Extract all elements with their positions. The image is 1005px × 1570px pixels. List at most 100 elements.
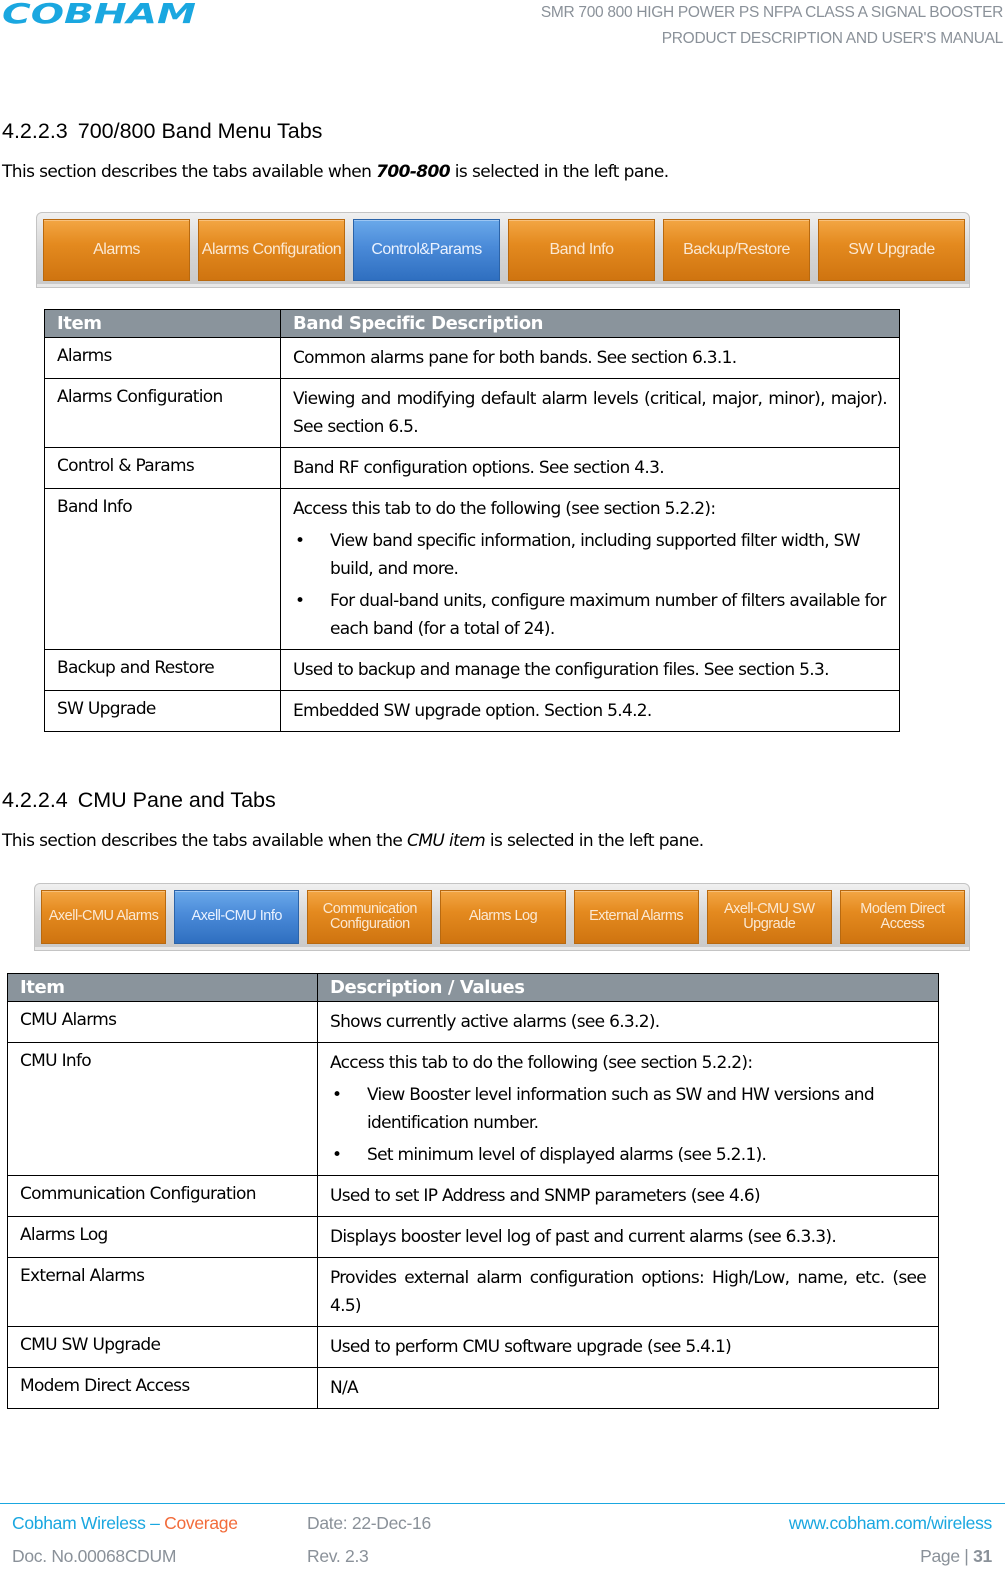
footer-divider xyxy=(0,1503,1005,1504)
intro-emphasis: CMU item xyxy=(407,831,486,851)
description-text: Embedded SW upgrade option. Section 5.4.… xyxy=(293,701,652,721)
section-title: 700/800 Band Menu Tabs xyxy=(77,119,323,143)
tab-axell-cmu-alarms[interactable]: Axell-CMU Alarms xyxy=(41,890,167,944)
column-header-description: Band Specific Description xyxy=(280,309,900,338)
logo-text: COBHAM xyxy=(2,0,196,26)
page-number: 31 xyxy=(973,1546,992,1566)
bullet-item: View band specific information, includin… xyxy=(293,527,887,583)
bullet-list: View Booster level information such as S… xyxy=(330,1081,926,1169)
column-header-description: Description / Values xyxy=(317,973,939,1002)
section-heading-band-tabs: 4.2.2.3 700/800 Band Menu Tabs xyxy=(2,119,322,144)
description-text: Common alarms pane for both bands. See s… xyxy=(293,348,737,368)
intro-text: This section describes the tabs availabl… xyxy=(2,162,377,182)
column-header-item: Item xyxy=(44,309,281,338)
row-description: Provides external alarm configuration op… xyxy=(317,1257,939,1327)
cmu-menu-tabbar: Axell-CMU Alarms Axell-CMU Info Communicat… xyxy=(34,883,970,951)
section-title: CMU Pane and Tabs xyxy=(77,788,276,812)
table-row: External Alarms Provides external alarm c… xyxy=(7,1257,939,1327)
row-item: Modem Direct Access xyxy=(7,1367,318,1409)
row-description: Used to backup and manage the configurat… xyxy=(280,649,900,691)
section-heading-cmu-tabs: 4.2.2.4 CMU Pane and Tabs xyxy=(2,788,276,813)
row-description: Access this tab to do the following (see… xyxy=(317,1042,939,1176)
bullet-list: View band specific information, includin… xyxy=(293,527,887,643)
tab-external-alarms[interactable]: External Alarms xyxy=(573,890,699,944)
tab-alarms-configuration[interactable]: Alarms Configuration xyxy=(198,219,345,281)
band-menu-tabbar: Alarms Alarms Configuration Control&Params… xyxy=(36,212,970,288)
table-row: Communication Configuration Used to set I… xyxy=(7,1175,939,1217)
table-row: Alarms Log Displays booster level log of … xyxy=(7,1216,939,1258)
intro-text: This section describes the tabs availabl… xyxy=(2,831,408,851)
document-title-line1: SMR 700 800 HIGH POWER PS NFPA CLASS A S… xyxy=(540,4,1003,21)
row-item: Band Info xyxy=(44,488,281,650)
tab-alarms-log[interactable]: Alarms Log xyxy=(440,890,566,944)
table-row: Alarms Configuration Viewing and modifyin… xyxy=(44,378,900,448)
bullet-item: View Booster level information such as S… xyxy=(330,1081,926,1137)
page-label: Page | xyxy=(920,1546,974,1566)
tab-backup-restore[interactable]: Backup/Restore xyxy=(663,219,810,281)
tab-alarms[interactable]: Alarms xyxy=(43,219,190,281)
row-description: Used to set IP Address and SNMP paramete… xyxy=(317,1175,939,1217)
row-item: SW Upgrade xyxy=(44,690,281,732)
table-row: CMU Info Access this tab to do the follow… xyxy=(7,1042,939,1176)
description-text: Provides external alarm configuration op… xyxy=(330,1268,927,1316)
intro-text-end: is selected in the left pane. xyxy=(449,162,669,182)
tab-axell-cmu-info[interactable]: Axell-CMU Info xyxy=(174,890,300,944)
row-item: CMU Info xyxy=(7,1042,318,1176)
table-row: Modem Direct Access N/A xyxy=(7,1367,939,1409)
description-text: Access this tab to do the following (see… xyxy=(293,499,716,519)
section-number: 4.2.2.4 xyxy=(2,788,68,812)
footer-company-name: Cobham Wireless – xyxy=(12,1513,165,1533)
cmu-tabs-table: Item Description / Values CMU Alarms Show… xyxy=(7,973,939,1409)
document-title: SMR 700 800 HIGH POWER PS NFPA CLASS A S… xyxy=(541,0,1003,52)
description-text: Used to perform CMU software upgrade (se… xyxy=(330,1337,732,1357)
tab-modem-direct-access[interactable]: Modem Direct Access xyxy=(839,890,965,944)
column-header-item: Item xyxy=(7,973,318,1002)
bullet-item: Set minimum level of displayed alarms (s… xyxy=(330,1141,926,1169)
table-header-row: Item Band Specific Description xyxy=(44,309,900,338)
footer-revision: Rev. 2.3 xyxy=(307,1546,369,1566)
tab-axell-cmu-sw-upgrade[interactable]: Axell-CMU SW Upgrade xyxy=(706,890,832,944)
table-row: Alarms Common alarms pane for both bands.… xyxy=(44,337,900,379)
bullet-item: For dual-band units, configure maximum n… xyxy=(293,587,887,643)
section-number: 4.2.2.3 xyxy=(2,119,68,143)
description-text: Used to set IP Address and SNMP paramete… xyxy=(330,1186,761,1206)
row-description: N/A xyxy=(317,1367,939,1409)
row-description: Embedded SW upgrade option. Section 5.4.… xyxy=(280,690,900,732)
footer-company: Cobham Wireless – Coverage xyxy=(12,1513,238,1534)
table-row: CMU Alarms Shows currently active alarms … xyxy=(7,1001,939,1043)
row-description: Used to perform CMU software upgrade (se… xyxy=(317,1326,939,1368)
table-header-row: Item Description / Values xyxy=(7,973,939,1002)
table-row: Backup and Restore Used to backup and man… xyxy=(44,649,900,691)
row-item: CMU Alarms xyxy=(7,1001,318,1043)
row-item: External Alarms xyxy=(7,1257,318,1327)
description-text: Band RF configuration options. See secti… xyxy=(293,458,665,478)
cobham-logo: COBHAM xyxy=(2,0,196,26)
table-row: Band Info Access this tab to do the follo… xyxy=(44,488,900,650)
intro-emphasis: 700-800 xyxy=(376,162,450,182)
table-row: SW Upgrade Embedded SW upgrade option. Se… xyxy=(44,690,900,732)
section-intro-band-tabs: This section describes the tabs availabl… xyxy=(2,162,669,182)
tab-control-params[interactable]: Control&Params xyxy=(353,219,500,281)
footer-date: Date: 22-Dec-16 xyxy=(307,1513,431,1533)
table-row: CMU SW Upgrade Used to perform CMU softwa… xyxy=(7,1326,939,1368)
row-item: Alarms Configuration xyxy=(44,378,281,448)
row-description: Common alarms pane for both bands. See s… xyxy=(280,337,900,379)
tab-band-info[interactable]: Band Info xyxy=(508,219,655,281)
row-item: Backup and Restore xyxy=(44,649,281,691)
description-text: Shows currently active alarms (see 6.3.2… xyxy=(330,1012,660,1032)
tab-communication-configuration[interactable]: Communication Configuration xyxy=(307,890,433,944)
description-text: Viewing and modifying default alarm leve… xyxy=(293,389,888,437)
row-description: Displays booster level log of past and c… xyxy=(317,1216,939,1258)
row-item: Alarms Log xyxy=(7,1216,318,1258)
tab-sw-upgrade[interactable]: SW Upgrade xyxy=(818,219,965,281)
row-item: Alarms xyxy=(44,337,281,379)
description-text: N/A xyxy=(330,1378,359,1398)
description-text: Used to backup and manage the configurat… xyxy=(293,660,829,680)
footer-website-link[interactable]: www.cobham.com/wireless xyxy=(789,1513,992,1534)
row-description: Shows currently active alarms (see 6.3.2… xyxy=(317,1001,939,1043)
table-row: Control & Params Band RF configuration op… xyxy=(44,447,900,489)
description-text: Access this tab to do the following (see… xyxy=(330,1053,753,1073)
row-item: Communication Configuration xyxy=(7,1175,318,1217)
band-tabs-table: Item Band Specific Description Alarms Com… xyxy=(44,309,900,732)
description-text: Displays booster level log of past and c… xyxy=(330,1227,837,1247)
